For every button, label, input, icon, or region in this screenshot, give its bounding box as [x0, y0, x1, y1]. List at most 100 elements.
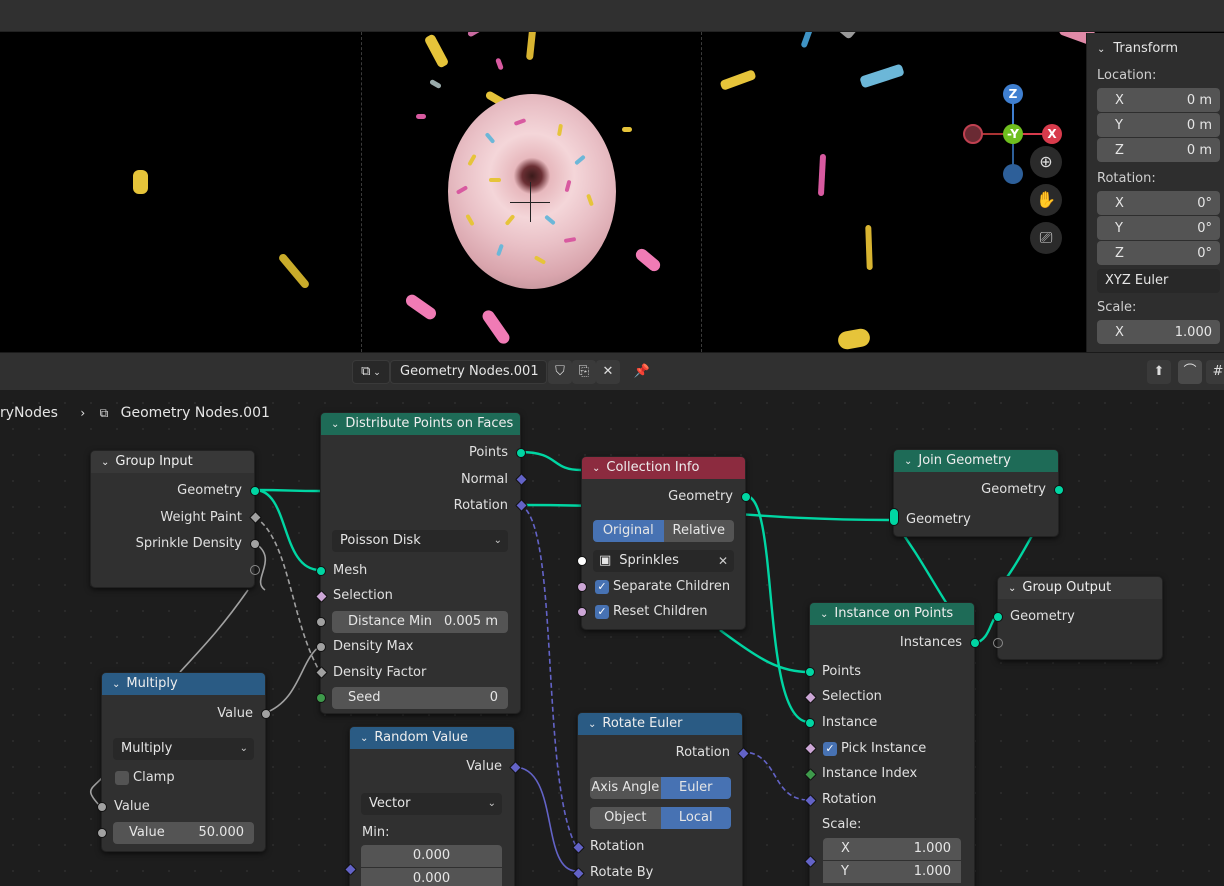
scale-y-field[interactable]: Y 1.000	[823, 861, 961, 883]
value-input-socket[interactable]	[97, 802, 107, 812]
fake-user-shield-icon[interactable]: ⛉	[548, 360, 572, 384]
distribute-mode-dropdown[interactable]: Poisson Disk ⌄	[332, 530, 508, 552]
group-output-node[interactable]: ⌄ Group Output Geometry	[993, 576, 1163, 660]
empty-input-socket[interactable]	[993, 638, 1003, 648]
group-input-node[interactable]: ⌄ Group Input Geometry Weight Paint Sprin…	[90, 450, 262, 588]
snap-icon[interactable]: ⌒	[1178, 360, 1202, 384]
axis-angle-option[interactable]: Axis Angle	[590, 777, 661, 799]
math-operation-dropdown[interactable]: Multiply ⌄	[113, 738, 254, 760]
node-header[interactable]: ⌄ Collection Info	[582, 457, 745, 479]
location-y-field[interactable]: Y 0 m	[1097, 113, 1220, 137]
rotation-type-toggle[interactable]: Axis Angle Euler	[590, 777, 731, 799]
value-field[interactable]: Value 50.000	[113, 822, 254, 844]
parent-node-tree-icon[interactable]: ⬆	[1147, 360, 1171, 384]
collection-field[interactable]: ▣ Sprinkles ✕	[593, 550, 734, 572]
transform-space-toggle[interactable]: Original Relative	[593, 520, 734, 542]
gizmo-neg-x-axis[interactable]	[963, 124, 983, 144]
instance-input-socket[interactable]	[805, 718, 815, 728]
geometry-output-socket[interactable]	[1054, 485, 1064, 495]
min-y-field[interactable]: 0.000	[361, 868, 502, 886]
pick-instance-checkbox[interactable]: ✓	[823, 742, 837, 756]
seed-input-socket[interactable]	[316, 693, 326, 703]
rotation-mode-select[interactable]: XYZ Euler	[1097, 269, 1220, 293]
node-header[interactable]: ⌄ Instance on Points	[810, 603, 974, 625]
node-header[interactable]: ⌄ Rotate Euler	[578, 713, 742, 735]
node-header[interactable]: ⌄ Join Geometry	[894, 450, 1058, 472]
clamp-checkbox[interactable]	[115, 771, 129, 785]
scale-x-field[interactable]: X 1.000	[823, 838, 961, 860]
data-type-dropdown[interactable]: Vector ⌄	[361, 793, 502, 815]
location-z-field[interactable]: Z 0 m	[1097, 138, 1220, 162]
node-group-name-field[interactable]: Geometry Nodes.001	[390, 360, 547, 384]
transform-panel-header[interactable]: ⌄ Transform	[1087, 33, 1224, 65]
field-value: 0 m	[1186, 142, 1212, 158]
camera-view-icon[interactable]: ⎚	[1030, 222, 1062, 254]
gizmo-neg-y-axis[interactable]: -Y	[1003, 124, 1023, 144]
math-multiply-node[interactable]: ⌄ Multiply Value Multiply ⌄ Clamp Value Va…	[97, 672, 271, 852]
geometry-output-socket[interactable]	[741, 492, 751, 502]
separate-children-input-socket[interactable]	[577, 582, 587, 592]
chevron-down-icon: ⌄	[1097, 44, 1106, 55]
sprinkle-density-output-socket[interactable]	[250, 539, 260, 549]
separate-children-checkbox[interactable]: ✓	[595, 580, 609, 594]
node-tree-type-dropdown[interactable]: ⧉ ⌄	[352, 360, 390, 384]
scale-x-field[interactable]: X 1.000	[1097, 320, 1220, 344]
gizmo-x-axis[interactable]: X	[1042, 124, 1062, 144]
local-option[interactable]: Local	[660, 807, 731, 829]
zoom-icon[interactable]: ⊕	[1030, 146, 1062, 178]
value-input-socket-2[interactable]	[97, 828, 107, 838]
euler-option[interactable]: Euler	[660, 777, 731, 799]
grid-snap-icon[interactable]: #	[1206, 360, 1224, 384]
min-x-field[interactable]: 0.000	[361, 845, 502, 867]
location-x-field[interactable]: X 0 m	[1097, 88, 1220, 112]
node-header[interactable]: ⌄ Random Value	[350, 727, 514, 749]
object-option[interactable]: Object	[590, 807, 661, 829]
mesh-input-socket[interactable]	[316, 566, 326, 576]
pin-icon[interactable]: 📌	[630, 360, 654, 384]
original-option[interactable]: Original	[593, 520, 664, 542]
density-max-input-socket[interactable]	[316, 642, 326, 652]
value-output-socket[interactable]	[261, 709, 271, 719]
reset-children-input-socket[interactable]	[577, 607, 587, 617]
instance-on-points-node[interactable]: ⌄ Instance on Points Instances Points Sel…	[804, 602, 980, 886]
reset-children-checkbox[interactable]: ✓	[595, 605, 609, 619]
distance-min-input-socket[interactable]	[316, 617, 326, 627]
pan-hand-icon[interactable]: ✋	[1030, 184, 1062, 216]
rotation-z-field[interactable]: Z 0°	[1097, 241, 1220, 265]
node-header[interactable]: ⌄ Group Input	[91, 451, 254, 473]
collection-input-socket[interactable]	[577, 556, 587, 566]
rotation-x-field[interactable]: X 0°	[1097, 191, 1220, 215]
donut-object[interactable]	[448, 94, 616, 289]
collection-info-node[interactable]: ⌄ Collection Info Geometry Original Relat…	[577, 456, 751, 630]
sprinkle	[836, 327, 872, 351]
rotation-y-field[interactable]: Y 0°	[1097, 216, 1220, 240]
space-toggle[interactable]: Object Local	[590, 807, 731, 829]
geometry-multi-input-socket[interactable]	[889, 508, 899, 526]
node-header[interactable]: ⌄ Group Output	[998, 577, 1162, 599]
close-icon[interactable]: ✕	[718, 550, 728, 572]
seed-field[interactable]: Seed 0	[332, 687, 508, 709]
node-header[interactable]: ⌄ Multiply	[102, 673, 265, 695]
duplicate-icon[interactable]: ⎘	[572, 360, 596, 384]
close-icon[interactable]: ✕	[596, 360, 620, 384]
sprinkle	[277, 252, 311, 290]
axis-label: Y	[1115, 220, 1123, 236]
gizmo-z-axis[interactable]: Z	[1003, 84, 1023, 104]
distance-min-field[interactable]: Distance Min 0.005 m	[332, 611, 508, 633]
node-header[interactable]: ⌄ Distribute Points on Faces	[321, 413, 520, 435]
points-input-socket[interactable]	[805, 667, 815, 677]
gizmo-neg-z-axis[interactable]	[1003, 164, 1023, 184]
join-geometry-node[interactable]: ⌄ Join Geometry Geometry Geometry	[889, 449, 1064, 537]
distribute-points-node[interactable]: ⌄ Distribute Points on Faces Points Norma…	[315, 412, 528, 714]
geometry-output-socket[interactable]	[250, 486, 260, 496]
empty-output-socket[interactable]	[250, 565, 260, 575]
instances-output-socket[interactable]	[970, 638, 980, 648]
points-output-socket[interactable]	[516, 448, 526, 458]
relative-option[interactable]: Relative	[663, 520, 734, 542]
random-value-node[interactable]: ⌄ Random Value Value Vector ⌄ Min: 0.000 0…	[344, 726, 522, 886]
breadcrumb-parent[interactable]: ryNodes	[0, 405, 58, 421]
rotate-euler-node[interactable]: ⌄ Rotate Euler Rotation Axis Angle Euler …	[572, 712, 750, 886]
field-label: X	[841, 841, 850, 856]
geometry-input-socket[interactable]	[993, 612, 1003, 622]
3d-viewport[interactable]: Z -Y X ⊕ ✋ ⎚	[0, 32, 1224, 352]
